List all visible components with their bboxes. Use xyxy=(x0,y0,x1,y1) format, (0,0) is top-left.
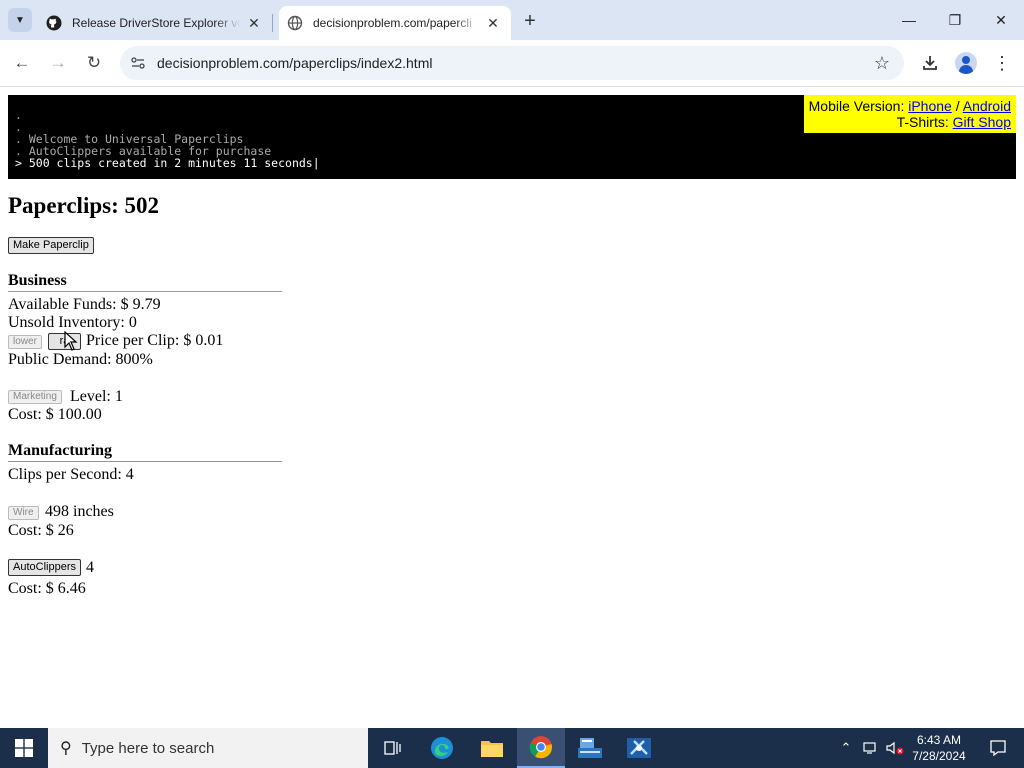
more-vert-icon: ⋮ xyxy=(993,52,1011,73)
arrow-right-icon: → xyxy=(49,53,67,72)
task-view-button[interactable] xyxy=(368,728,416,768)
reload-button[interactable]: ↻ xyxy=(79,48,109,78)
tool-app-icon xyxy=(627,738,651,758)
tab-search-button[interactable]: ▼ xyxy=(8,8,32,32)
url-text: decisionproblem.com/paperclips/index2.ht… xyxy=(157,55,433,71)
lower-price-button[interactable]: lower xyxy=(8,335,42,349)
business-heading: Business xyxy=(8,272,282,292)
show-hidden-icons-button[interactable]: ⌃ xyxy=(836,728,856,768)
close-window-button[interactable]: ✕ xyxy=(978,0,1024,40)
back-button[interactable]: ← xyxy=(7,48,37,78)
mobile-version-label: Mobile Version: xyxy=(808,98,905,114)
console-readout: . . . Welcome to Universal Paperclips . … xyxy=(8,95,1016,179)
clock-date: 7/28/2024 xyxy=(912,749,966,763)
taskbar-app-window[interactable] xyxy=(566,728,614,768)
bookmark-star-icon[interactable]: ☆ xyxy=(874,53,890,74)
tab-paperclips[interactable]: decisionproblem.com/papercli ✕ xyxy=(279,6,511,40)
volume-muted-icon[interactable] xyxy=(884,728,906,768)
plus-icon: + xyxy=(524,9,536,32)
address-bar[interactable]: decisionproblem.com/paperclips/index2.ht… xyxy=(120,46,904,80)
taskbar-tool-app[interactable] xyxy=(615,728,663,768)
chevron-down-icon: ▼ xyxy=(15,14,25,26)
tab-title: decisionproblem.com/papercli xyxy=(313,16,472,30)
avatar xyxy=(955,52,977,74)
clock-time: 6:43 AM xyxy=(916,733,962,747)
restore-button[interactable]: ❐ xyxy=(932,0,978,40)
taskbar-clock[interactable]: 6:43 AM 7/28/2024 xyxy=(906,732,972,764)
github-icon xyxy=(46,15,62,31)
autoclippers-cost: Cost: $ 6.46 xyxy=(8,580,86,597)
console-line-current: > 500 clips created in 2 minutes 11 seco… xyxy=(15,156,320,170)
notifications-button[interactable] xyxy=(978,728,1018,768)
edge-icon xyxy=(431,737,453,759)
arrow-left-icon: ← xyxy=(13,53,31,72)
paperclip-count: Paperclips: 502 xyxy=(8,193,159,218)
minimize-button[interactable]: — xyxy=(886,0,932,40)
close-icon[interactable]: ✕ xyxy=(244,13,264,33)
search-placeholder: Type here to search xyxy=(81,739,215,757)
search-icon: ⚲ xyxy=(60,740,72,757)
downloads-button[interactable] xyxy=(915,48,945,78)
restore-icon: ❐ xyxy=(948,11,962,28)
chrome-icon xyxy=(529,736,553,759)
notification-icon xyxy=(990,740,1006,757)
tab-driverstore[interactable]: Release DriverStore Explorer v0 ✕ xyxy=(38,6,272,40)
windows-logo-icon xyxy=(15,739,33,757)
tshirts-label: T-Shirts: xyxy=(896,114,949,130)
taskbar: ⚲ Type here to search ⌃ 6:43 AM 7/28/202… xyxy=(0,728,1024,768)
android-link[interactable]: Android xyxy=(963,98,1011,114)
manufacturing-heading: Manufacturing xyxy=(8,442,282,462)
marketing-cost: Cost: $ 100.00 xyxy=(8,406,102,423)
promo-box: Mobile Version: iPhone / Android T-Shirt… xyxy=(804,95,1016,133)
taskbar-edge[interactable] xyxy=(418,728,466,768)
reload-icon: ↻ xyxy=(86,53,102,72)
profile-button[interactable] xyxy=(951,48,981,78)
page-content: . . . Welcome to Universal Paperclips . … xyxy=(0,87,1024,728)
browser-toolbar: ← → ↻ decisionproblem.com/paperclips/ind… xyxy=(0,40,1024,87)
buy-wire-button[interactable]: Wire xyxy=(8,506,39,520)
tab-divider xyxy=(272,14,273,32)
available-funds: Available Funds: $ 9.79 xyxy=(8,296,161,313)
iphone-link[interactable]: iPhone xyxy=(908,98,952,114)
wire-cost: Cost: $ 26 xyxy=(8,522,74,539)
slash-separator: / xyxy=(955,98,960,114)
public-demand: Public Demand: 800% xyxy=(8,351,153,368)
globe-icon xyxy=(287,15,303,31)
folder-icon xyxy=(481,741,503,757)
buy-autoclippers-button[interactable]: AutoClippers xyxy=(8,559,81,576)
network-icon[interactable] xyxy=(860,728,882,768)
wire-amount: 498 inches xyxy=(45,503,114,520)
new-tab-button[interactable]: + xyxy=(518,9,542,33)
tab-strip: ▼ Release DriverStore Explorer v0 ✕ deci… xyxy=(0,0,1024,40)
start-button[interactable] xyxy=(0,728,48,768)
download-icon xyxy=(923,56,937,70)
taskbar-file-explorer[interactable] xyxy=(468,728,516,768)
gift-shop-link[interactable]: Gift Shop xyxy=(953,114,1011,130)
mouse-cursor-icon xyxy=(64,331,78,351)
taskbar-chrome[interactable] xyxy=(517,728,565,768)
price-per-clip: Price per Clip: $ 0.01 xyxy=(86,332,224,349)
autoclippers-count: 4 xyxy=(86,559,94,576)
marketing-level: Level: 1 xyxy=(70,388,123,405)
unsold-inventory: Unsold Inventory: 0 xyxy=(8,314,137,331)
task-view-icon xyxy=(384,741,401,755)
forward-button[interactable]: → xyxy=(43,48,73,78)
menu-button[interactable]: ⋮ xyxy=(987,48,1017,78)
chevron-up-icon: ⌃ xyxy=(840,740,852,755)
site-info-icon[interactable] xyxy=(128,53,148,73)
taskbar-search-box[interactable]: ⚲ Type here to search xyxy=(48,728,368,768)
make-paperclip-button[interactable]: Make Paperclip xyxy=(8,237,94,254)
close-icon: ✕ xyxy=(995,11,1007,28)
minimize-icon: — xyxy=(902,12,916,28)
marketing-button[interactable]: Marketing xyxy=(8,390,62,404)
app-window-icon xyxy=(578,738,602,758)
tab-title: Release DriverStore Explorer v0 xyxy=(72,16,240,30)
close-icon[interactable]: ✕ xyxy=(483,13,503,33)
clips-per-second: Clips per Second: 4 xyxy=(8,466,134,483)
